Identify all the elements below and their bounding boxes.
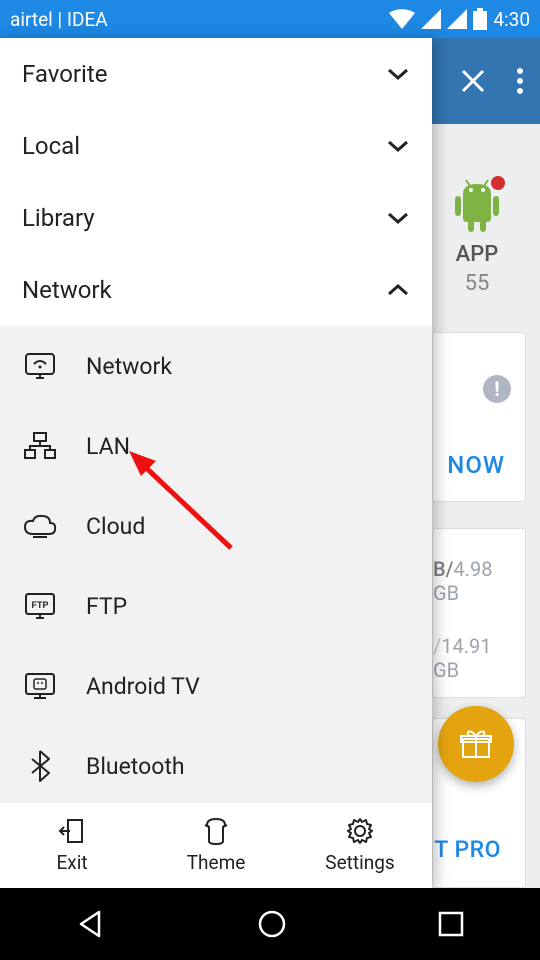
- item-label: LAN: [86, 433, 130, 460]
- theme-label: Theme: [187, 851, 246, 874]
- signal-icon-2: [447, 9, 467, 29]
- group-label: Favorite: [22, 60, 107, 88]
- nav-back-icon[interactable]: [75, 908, 107, 940]
- app-tile-label: APP: [432, 242, 522, 267]
- group-label: Library: [22, 204, 95, 232]
- status-carrier: airtel | IDEA: [10, 8, 108, 31]
- drawer-bottom-bar: Exit Theme Settings: [0, 802, 432, 888]
- notification-dot: [491, 176, 505, 190]
- network-submenu: Network LAN Cloud FTP: [0, 326, 432, 802]
- fab-gift[interactable]: [438, 706, 514, 782]
- app-tile[interactable]: APP 55: [432, 178, 522, 296]
- storage-line-2: /14.91 GB: [433, 634, 513, 682]
- exit-label: Exit: [56, 851, 87, 874]
- theme-icon: [201, 817, 231, 845]
- chevron-up-icon: [386, 283, 410, 297]
- nav-home-icon[interactable]: [256, 908, 288, 940]
- settings-icon: [346, 817, 374, 845]
- bluetooth-icon: [22, 750, 58, 782]
- item-label: Android TV: [86, 673, 200, 700]
- wifi-icon: [389, 9, 415, 29]
- network-item-androidtv[interactable]: Android TV: [0, 646, 432, 726]
- settings-label: Settings: [325, 851, 394, 874]
- status-right: 4:30: [389, 8, 530, 31]
- analyze-now-button[interactable]: NOW: [447, 451, 505, 479]
- card-storage[interactable]: B/4.98 GB /14.91 GB: [432, 528, 526, 698]
- battery-icon: [473, 8, 487, 30]
- network-item-lan[interactable]: LAN: [0, 406, 432, 486]
- ftp-icon: FTP: [22, 592, 58, 620]
- settings-button[interactable]: Settings: [288, 803, 432, 888]
- chevron-down-icon: [386, 139, 410, 153]
- svg-text:FTP: FTP: [32, 600, 49, 610]
- cloud-icon: [22, 514, 58, 538]
- android-navbar: [0, 888, 540, 960]
- item-label: Bluetooth: [86, 753, 185, 780]
- drawer-group-local[interactable]: Local: [0, 110, 432, 182]
- pro-label: T PRO: [434, 836, 501, 863]
- android-icon: [451, 178, 503, 234]
- network-icon: [22, 352, 58, 380]
- exit-icon: [58, 817, 86, 845]
- navigation-drawer: Favorite Local Library Network: [0, 38, 432, 888]
- network-item-ftp[interactable]: FTP FTP: [0, 566, 432, 646]
- drawer-group-favorite[interactable]: Favorite: [0, 38, 432, 110]
- info-icon: !: [483, 375, 511, 403]
- exit-button[interactable]: Exit: [0, 803, 144, 888]
- network-item-bluetooth[interactable]: Bluetooth: [0, 726, 432, 802]
- status-bar: airtel | IDEA 4:30: [0, 0, 540, 38]
- chevron-down-icon: [386, 67, 410, 81]
- network-item-cloud[interactable]: Cloud: [0, 486, 432, 566]
- gift-icon: [459, 727, 493, 761]
- drawer-group-network[interactable]: Network: [0, 254, 432, 326]
- item-label: Network: [86, 353, 172, 380]
- theme-button[interactable]: Theme: [144, 803, 288, 888]
- item-label: FTP: [86, 593, 127, 620]
- signal-icon: [421, 9, 441, 29]
- close-icon[interactable]: [458, 66, 488, 96]
- drawer-group-library[interactable]: Library: [0, 182, 432, 254]
- status-time: 4:30: [493, 8, 530, 31]
- card-analyze[interactable]: ! NOW: [432, 332, 526, 502]
- app-tile-count: 55: [432, 271, 522, 296]
- nav-recent-icon[interactable]: [437, 910, 465, 938]
- group-label: Network: [22, 276, 112, 304]
- storage-line-1: B/4.98 GB: [433, 557, 513, 605]
- lan-icon: [22, 432, 58, 460]
- item-label: Cloud: [86, 513, 145, 540]
- more-icon[interactable]: [516, 66, 524, 96]
- chevron-down-icon: [386, 211, 410, 225]
- tv-icon: [22, 672, 58, 700]
- network-item-network[interactable]: Network: [0, 326, 432, 406]
- group-label: Local: [22, 132, 80, 160]
